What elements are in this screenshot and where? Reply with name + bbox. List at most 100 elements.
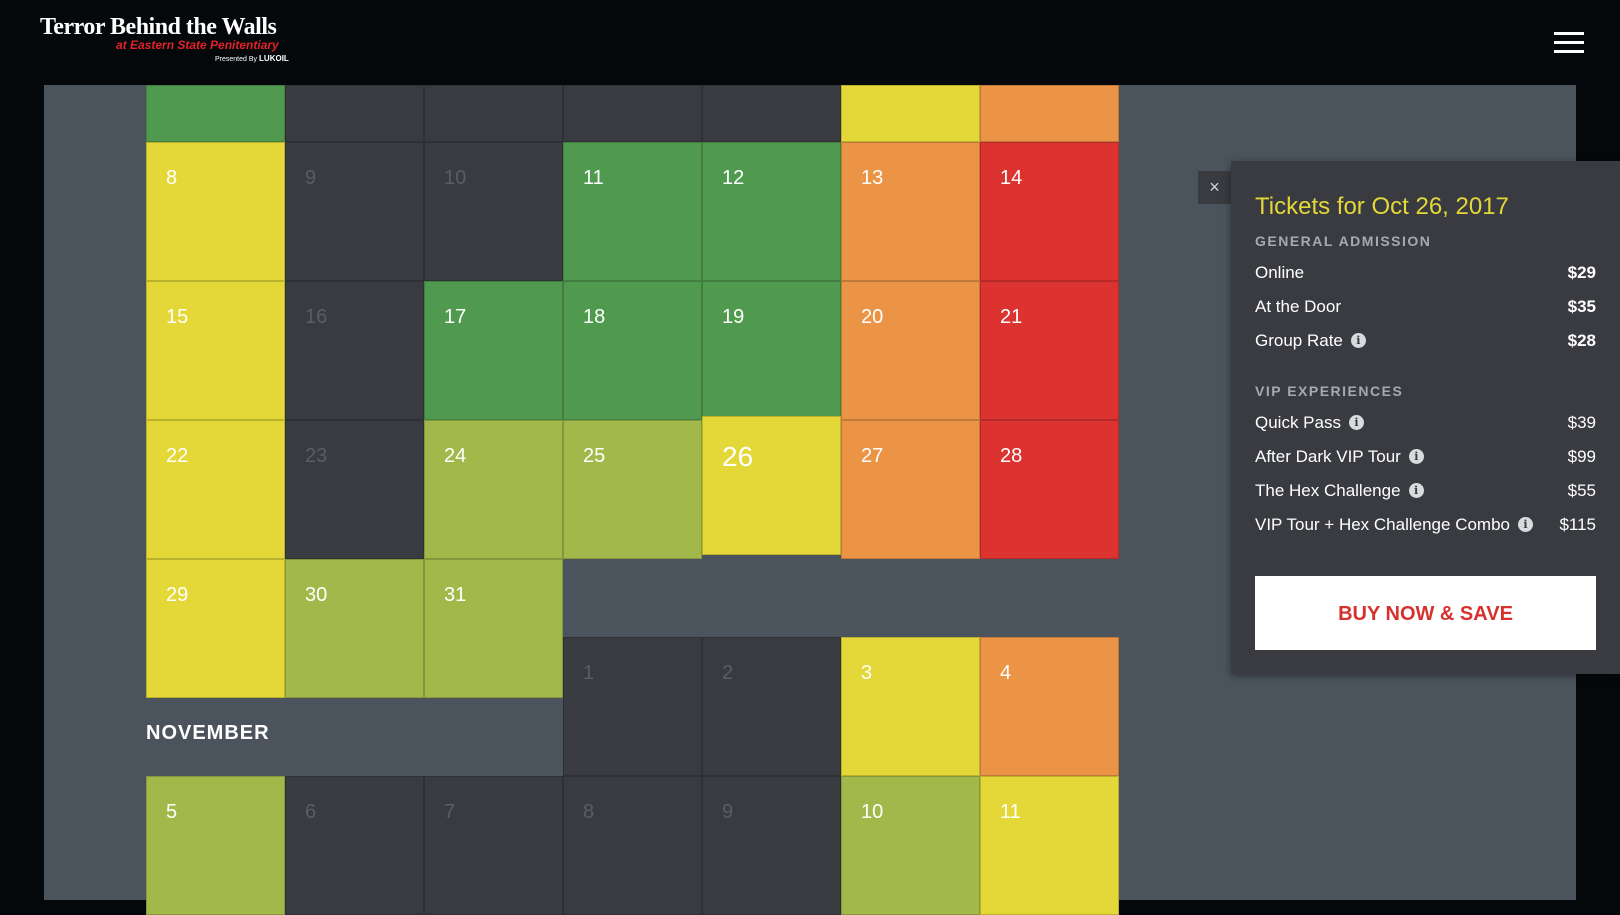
day-number: 22: [166, 445, 189, 467]
day-number: 28: [1000, 445, 1023, 467]
calendar-day-oct-9: 9: [285, 142, 424, 281]
ticket-price: $35: [1567, 297, 1596, 316]
general-admission-heading: GENERAL ADMISSION: [1255, 233, 1432, 249]
ticket-row-at-the-door: At the Door $35: [1255, 297, 1596, 321]
calendar-day-oct-13[interactable]: 13: [841, 142, 980, 281]
day-number: 4: [1000, 662, 1012, 684]
ticket-label: Group Rate: [1255, 331, 1343, 350]
close-icon[interactable]: ×: [1198, 171, 1231, 204]
calendar-day-nov-10[interactable]: 10: [841, 776, 980, 915]
ticket-label: Quick Pass: [1255, 413, 1341, 432]
calendar-day-nov-9: 9: [702, 776, 841, 915]
calendar-day-oct-24[interactable]: 24: [424, 420, 563, 559]
calendar-day-nov-6: 6: [285, 776, 424, 915]
ticket-popup: Tickets for Oct 26, 2017 GENERAL ADMISSI…: [1231, 161, 1620, 674]
calendar-day-oct-8[interactable]: 8: [146, 142, 285, 281]
ticket-price: $28: [1567, 331, 1596, 350]
calendar-day-nov-11[interactable]: 11: [980, 776, 1119, 915]
ticket-label: Online: [1255, 263, 1305, 282]
day-number: 23: [305, 445, 328, 467]
day-number: 1: [583, 662, 595, 684]
calendar-day-nov-4[interactable]: 4: [980, 637, 1119, 776]
day-number: 30: [305, 584, 328, 606]
day-number: 10: [861, 801, 884, 823]
calendar-day-oct-11[interactable]: 11: [563, 142, 702, 281]
calendar-day-oct-30[interactable]: 30: [285, 559, 424, 698]
calendar-day-oct-31[interactable]: 31: [424, 559, 563, 698]
day-number: 17: [444, 306, 467, 328]
calendar-day-partial[interactable]: [146, 85, 285, 142]
day-number: 20: [861, 306, 884, 328]
ticket-label-wrap: Group Rate i: [1255, 331, 1366, 351]
info-icon[interactable]: i: [1350, 333, 1366, 348]
ticket-price: $39: [1567, 413, 1596, 432]
day-number: 8: [583, 801, 595, 823]
day-number: 5: [166, 801, 178, 823]
day-number: 8: [166, 167, 178, 189]
calendar-day-partial: [424, 85, 563, 142]
ticket-label: At the Door: [1255, 297, 1341, 316]
calendar-day-oct-15[interactable]: 15: [146, 281, 285, 420]
ticket-label: The Hex Challenge: [1255, 481, 1401, 500]
calendar-day-nov-5[interactable]: 5: [146, 776, 285, 915]
calendar-day-oct-21[interactable]: 21: [980, 281, 1119, 420]
buy-now-button[interactable]: BUY NOW & SAVE: [1255, 576, 1596, 650]
calendar-day-partial: [285, 85, 424, 142]
day-number: 3: [861, 662, 873, 684]
calendar-day-nov-3[interactable]: 3: [841, 637, 980, 776]
ticket-price: $115: [1559, 515, 1596, 534]
calendar-day-partial: [702, 85, 841, 142]
calendar-day-oct-28[interactable]: 28: [980, 420, 1119, 559]
hamburger-menu-icon[interactable]: [1554, 32, 1584, 54]
day-number: 9: [305, 167, 317, 189]
info-icon[interactable]: i: [1408, 483, 1424, 498]
ticket-row-after-dark-vip-tour: After Dark VIP Tour i $99: [1255, 447, 1596, 471]
logo-title: Terror Behind the Walls: [40, 14, 277, 40]
calendar-day-oct-26-selected[interactable]: 26: [702, 416, 841, 555]
ticket-label-wrap: After Dark VIP Tour i: [1255, 447, 1424, 467]
site-logo[interactable]: Terror Behind the Walls at Eastern State…: [40, 14, 290, 66]
logo-presented-by: Presented By LUKOIL: [215, 54, 289, 63]
calendar-day-partial[interactable]: [841, 85, 980, 142]
ticket-price: $55: [1567, 481, 1596, 500]
calendar-day-oct-23: 23: [285, 420, 424, 559]
ticket-row-online: Online $29: [1255, 263, 1596, 287]
day-number: 24: [444, 445, 467, 467]
calendar-day-oct-12[interactable]: 12: [702, 142, 841, 281]
day-number: 12: [722, 167, 745, 189]
calendar-day-oct-17[interactable]: 17: [424, 281, 563, 420]
calendar-day-oct-18[interactable]: 18: [563, 281, 702, 420]
info-icon[interactable]: i: [1518, 517, 1533, 532]
calendar-day-oct-22[interactable]: 22: [146, 420, 285, 559]
calendar-day-oct-25[interactable]: 25: [563, 420, 702, 559]
calendar-day-oct-20[interactable]: 20: [841, 281, 980, 420]
day-number: 15: [166, 306, 189, 328]
calendar-day-oct-16: 16: [285, 281, 424, 420]
day-number: 6: [305, 801, 317, 823]
ticket-label-wrap: The Hex Challenge i: [1255, 481, 1424, 501]
calendar-day-oct-27[interactable]: 27: [841, 420, 980, 559]
day-number: 31: [444, 584, 467, 606]
vip-experiences-heading: VIP EXPERIENCES: [1255, 383, 1404, 399]
ticket-label-wrap: Quick Pass i: [1255, 413, 1364, 433]
info-icon[interactable]: i: [1408, 449, 1424, 464]
day-number: 27: [861, 445, 884, 467]
calendar-day-nov-8: 8: [563, 776, 702, 915]
calendar-day-oct-29[interactable]: 29: [146, 559, 285, 698]
day-number: 16: [305, 306, 328, 328]
info-icon[interactable]: i: [1348, 415, 1364, 430]
calendar-day-partial[interactable]: [980, 85, 1119, 142]
day-number: 21: [1000, 306, 1023, 328]
day-number: 10: [444, 167, 467, 189]
month-label-november: NOVEMBER: [146, 722, 270, 744]
day-number: 2: [722, 662, 734, 684]
calendar-day-oct-14[interactable]: 14: [980, 142, 1119, 281]
ticket-price: $99: [1567, 447, 1596, 466]
day-number: 9: [722, 801, 734, 823]
calendar-day-nov-7: 7: [424, 776, 563, 915]
day-number: 13: [861, 167, 884, 189]
top-navigation-bar: Terror Behind the Walls at Eastern State…: [0, 0, 1620, 85]
calendar-day-oct-19[interactable]: 19: [702, 281, 841, 420]
popup-title: Tickets for Oct 26, 2017: [1255, 193, 1509, 220]
day-number: 29: [166, 584, 189, 606]
